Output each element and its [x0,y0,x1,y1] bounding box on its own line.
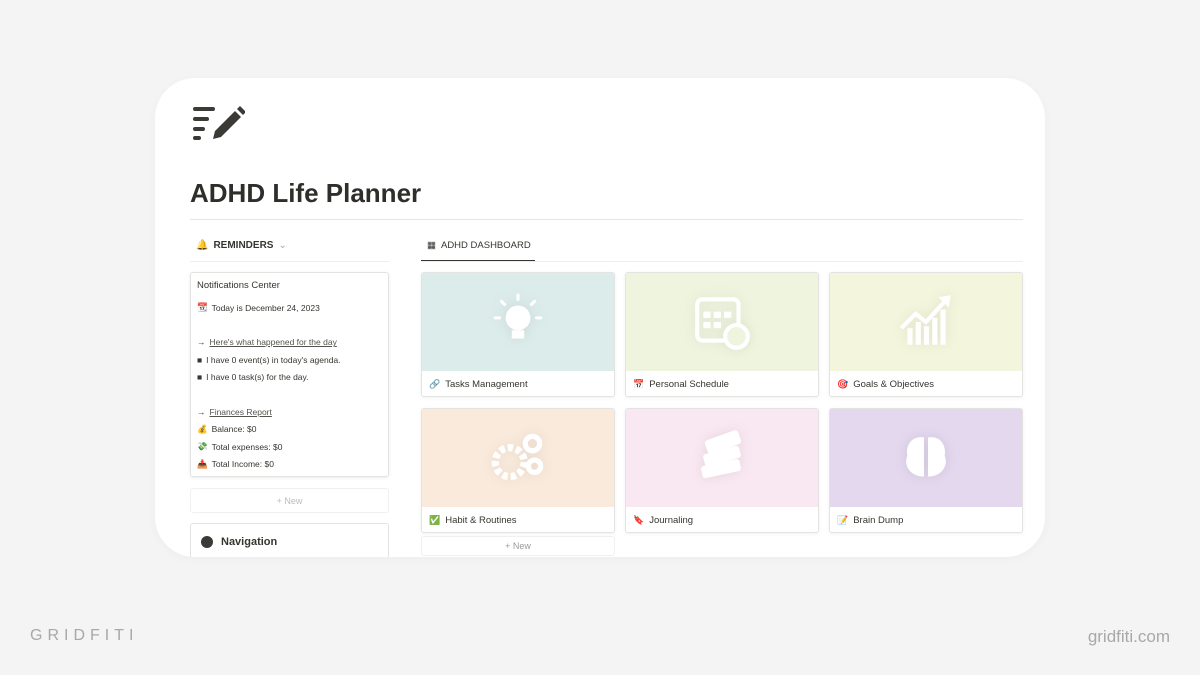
lightbulb-icon [493,293,543,339]
arrow-icon: → [197,406,206,417]
dashboard-card[interactable]: 🔖 Journaling [625,408,819,533]
day-link[interactable]: Here's what happened for the day [210,337,337,347]
notion-page: ADHD Life Planner 🔔 REMINDERS ⌄ Notificati… [155,78,1045,557]
new-reminder-button[interactable]: + New [190,488,389,513]
card-title: Personal Schedule [649,379,729,390]
dashboard-card[interactable]: ✅ Habit & Routines [421,408,615,533]
card-title: Tasks Management [445,379,528,390]
reminders-toggle[interactable]: 🔔 REMINDERS ⌄ [190,240,389,262]
card-title: Brain Dump [853,515,904,526]
arrow-icon: → [197,337,206,348]
tasks-text: I have 0 task(s) for the day. [206,372,309,383]
gears-icon [491,433,544,481]
grid-icon: ▦ [427,240,436,251]
dashboard-card[interactable]: 📝 Brain Dump [829,408,1023,533]
new-label: New [512,541,531,551]
dashboard-card[interactable]: 🎯 Goals & Objectives [829,272,1023,397]
tab-label: ADHD DASHBOARD [440,240,531,251]
divider [190,219,1023,220]
notes-pencil-icon [193,105,246,146]
card-title: Journaling [649,515,694,526]
navigation-card[interactable]: Navigation [190,523,389,557]
card-cover [422,273,614,371]
compass-icon [201,536,213,548]
balance-text: Balance: $0 [211,424,257,435]
card-title: Goals & Objectives [853,379,935,390]
tab-adhd-dashboard[interactable]: ▦ ADHD DASHBOARD [421,240,535,262]
notifications-card[interactable]: Notifications Center 📆 Today is December … [190,272,389,477]
income-text: Total Income: $0 [211,459,274,470]
card-cover [830,273,1022,371]
finance-link[interactable]: Finances Report [210,407,272,417]
card-title: Habit & Routines [445,515,517,526]
page-emoji-icon: ✅ [429,515,441,525]
card-cover [626,409,818,507]
expenses-text: Total expenses: $0 [211,441,283,452]
watermark-right: gridfiti.com [1087,627,1170,646]
chevron-down-icon: ⌄ [278,240,287,251]
page-title: ADHD Life Planner [190,178,422,208]
plus-icon: + [505,541,513,551]
dashboard-card[interactable]: 📅 Personal Schedule [625,272,819,397]
page-emoji-icon: 🔗 [429,379,441,389]
money-wings-icon: 💸 [197,441,208,452]
books-icon [701,430,742,479]
money-bag-icon: 💰 [197,423,208,434]
calendar-icon: 📆 [197,302,208,313]
today-text: Today is December 24, 2023 [211,302,320,313]
card-cover [626,273,818,371]
page-emoji-icon: 📝 [837,515,849,525]
page-emoji-icon: 📅 [633,379,645,389]
calendar-clock-icon [695,297,750,350]
reminders-header: REMINDERS [213,240,274,251]
inbox-icon: 📥 [197,458,208,469]
navigation-title: Navigation [221,536,278,548]
dashboard-card[interactable]: 🔗 Tasks Management [421,272,615,397]
card-cover [830,409,1022,507]
bullet-icon: ■ [197,372,203,383]
brain-icon [906,437,946,477]
new-card-button[interactable]: + New [421,536,615,556]
watermark-left: GRIDFITI [30,627,139,644]
plus-icon: + [276,495,285,506]
bell-icon: 🔔 [196,240,209,251]
growth-chart-icon [899,295,951,345]
page-emoji-icon: 🔖 [633,515,645,525]
events-text: I have 0 event(s) in today's agenda. [206,354,341,365]
new-label: New [284,495,303,506]
notifications-title: Notifications Center [197,280,280,291]
page-emoji-icon: 🎯 [837,379,849,389]
bullet-icon: ■ [197,354,203,365]
card-cover [422,409,614,507]
tab-divider [421,261,1023,262]
